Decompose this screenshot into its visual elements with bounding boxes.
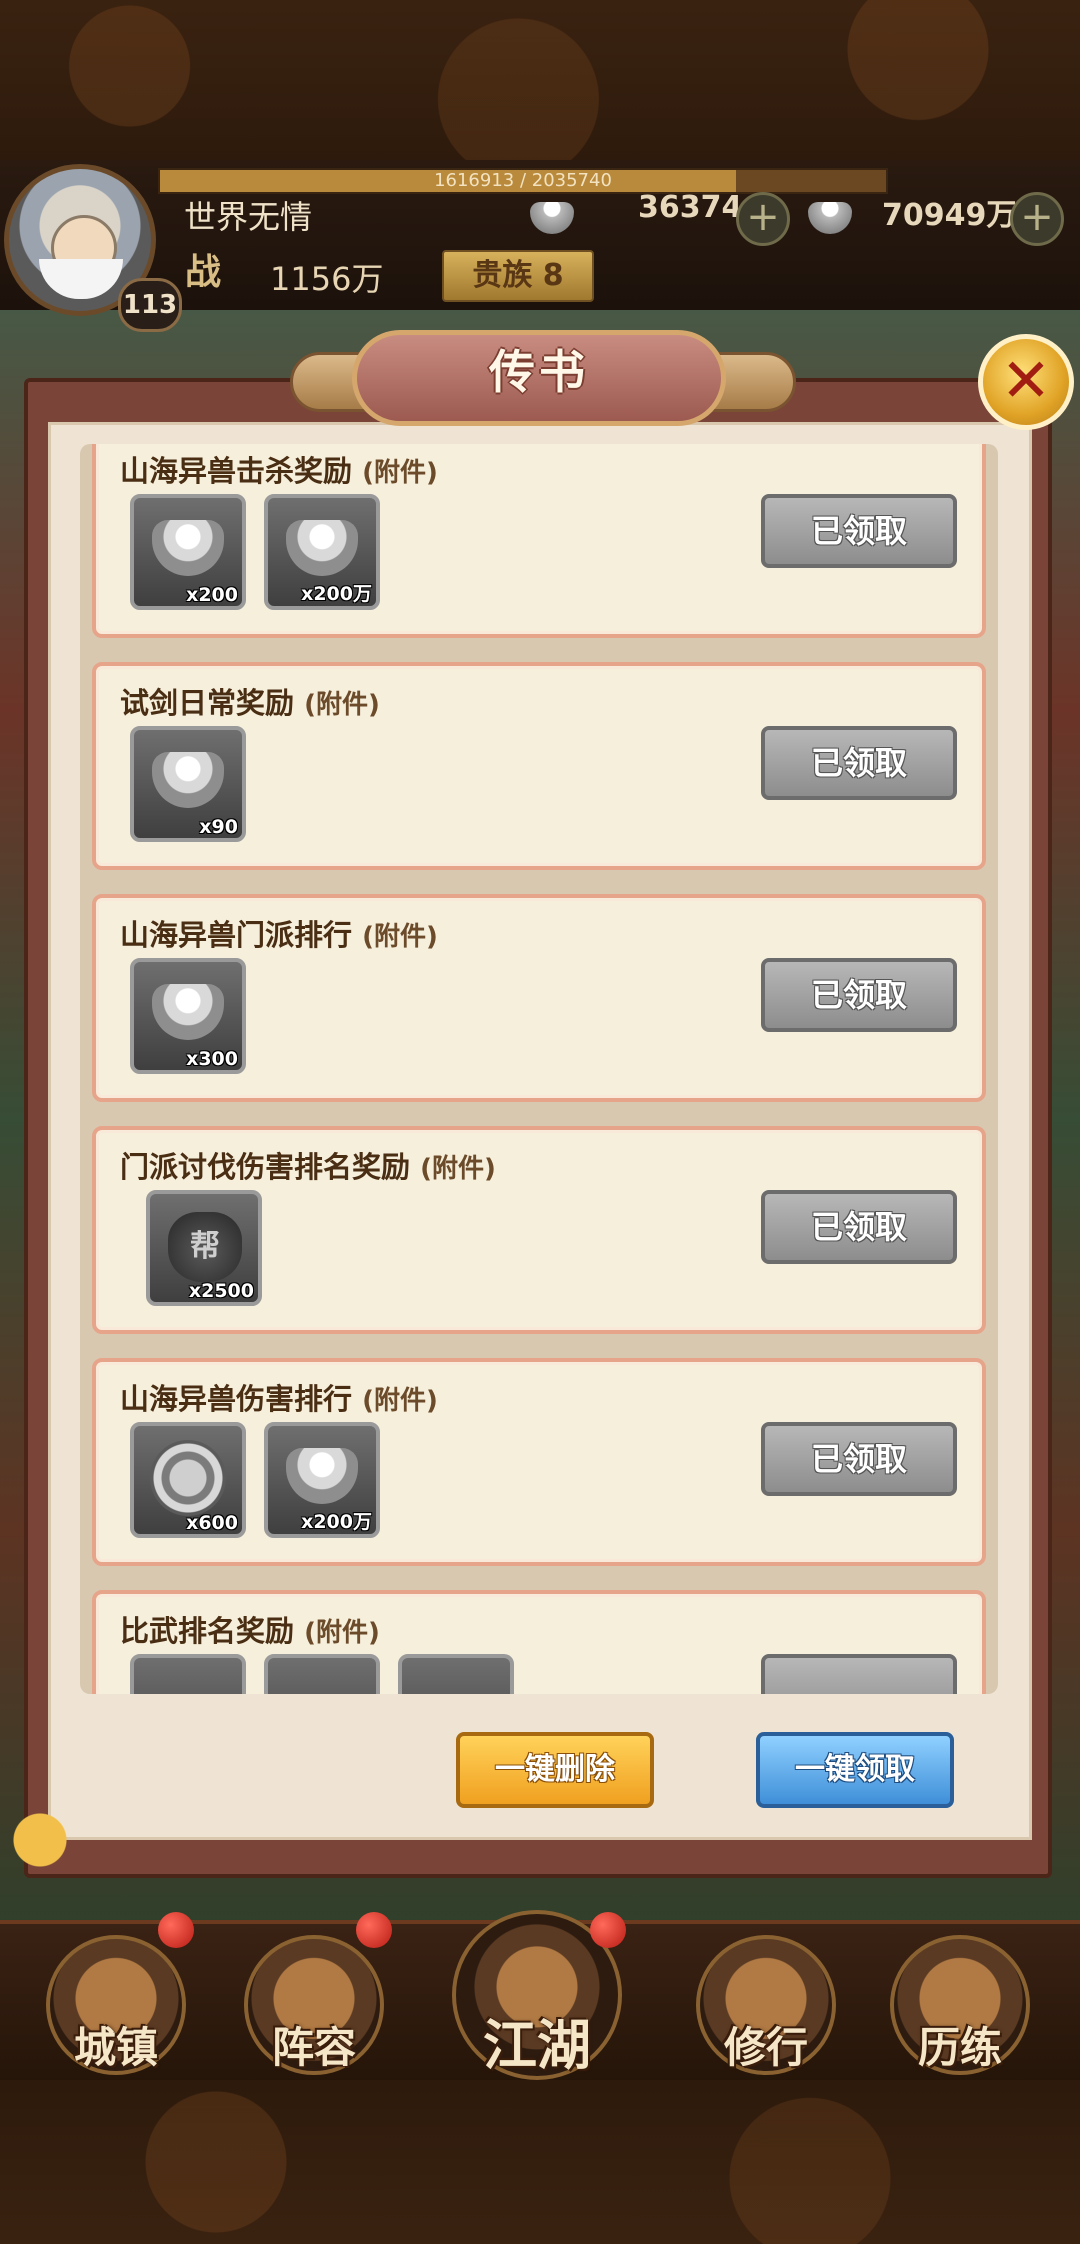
nav-lineup[interactable]: 阵容 xyxy=(244,1935,384,2075)
nav-training[interactable]: 历练 xyxy=(890,1935,1030,2075)
item-slot[interactable]: x200万 xyxy=(264,1422,380,1538)
item-slot[interactable]: x200万 xyxy=(264,494,380,610)
delete-all-button[interactable]: 一键删除 xyxy=(456,1732,654,1808)
mail-card[interactable]: 山海异兽门派排行 (附件) x300 已领取 xyxy=(92,894,986,1102)
item-quantity: x300 xyxy=(186,1048,238,1070)
player-name: 世界无情 xyxy=(184,198,313,236)
item-quantity: x200万 xyxy=(301,583,372,605)
item-slot[interactable]: x90 xyxy=(130,726,246,842)
close-button[interactable]: ✕ xyxy=(978,334,1074,430)
claimed-button[interactable]: 已领取 xyxy=(761,494,957,568)
nav-town[interactable]: 城镇 xyxy=(46,1935,186,2075)
notification-dot xyxy=(356,1912,392,1948)
mail-title: 山海异兽伤害排行 (附件) xyxy=(120,1382,438,1416)
item-slot[interactable]: 帮 x2500 xyxy=(146,1190,262,1306)
guild-bag-icon: 帮 xyxy=(168,1212,242,1282)
mail-card[interactable]: 门派讨伐伤害排名奖励 (附件) 帮 x2500 已领取 xyxy=(92,1126,986,1334)
exp-text: 1616913 / 2035740 xyxy=(434,170,612,191)
claimed-button[interactable]: 已领取 xyxy=(761,1190,957,1264)
mail-title: 比武排名奖励 (附件) xyxy=(120,1614,380,1648)
corner-ornament xyxy=(0,1798,100,1868)
add-silver-button[interactable]: + xyxy=(1010,192,1064,246)
mail-title: 试剑日常奖励 (附件) xyxy=(120,686,380,720)
mail-title: 山海异兽击杀奖励 (附件) xyxy=(120,454,438,488)
item-quantity: x2500 xyxy=(188,1280,254,1302)
dialog-title: 传书 xyxy=(489,345,589,399)
item-quantity: x200万 xyxy=(301,1511,372,1533)
silver-ingot-icon xyxy=(152,984,224,1040)
item-slot[interactable] xyxy=(398,1654,514,1694)
vip-badge[interactable]: 贵族 8 xyxy=(442,250,594,302)
item-slot[interactable] xyxy=(130,1654,246,1694)
mail-card[interactable]: 试剑日常奖励 (附件) x90 已领取 xyxy=(92,662,986,870)
item-quantity: x600 xyxy=(186,1512,238,1534)
item-slot[interactable]: x600 xyxy=(130,1422,246,1538)
item-quantity: x90 xyxy=(199,816,238,838)
nav-town-label: 城镇 xyxy=(73,2023,158,2072)
nav-lineup-label: 阵容 xyxy=(271,2023,356,2072)
claimed-button[interactable]: 已领取 xyxy=(761,958,957,1032)
background-top xyxy=(0,0,1080,165)
avatar-beard xyxy=(39,259,123,299)
gold-ingot-count: 36374 xyxy=(638,190,743,225)
nav-training-label: 历练 xyxy=(917,2023,1002,2072)
background-bottom xyxy=(0,2080,1080,2244)
mail-title: 门派讨伐伤害排名奖励 (附件) xyxy=(120,1150,496,1184)
item-slot[interactable]: x300 xyxy=(130,958,246,1074)
silver-ingot-icon xyxy=(286,520,358,576)
item-slot[interactable]: x200 xyxy=(130,494,246,610)
claimed-button[interactable] xyxy=(761,1654,957,1694)
item-slot[interactable] xyxy=(264,1654,380,1694)
add-gold-button[interactable]: + xyxy=(736,192,790,246)
silver-ingot-icon xyxy=(152,520,224,576)
silver-coin-icon xyxy=(150,1440,226,1516)
mail-card[interactable]: 山海异兽击杀奖励 (附件) x200 x200万 已领取 xyxy=(92,444,986,638)
level-badge: 113 xyxy=(118,278,182,332)
silver-ingot-count: 70949万 xyxy=(882,198,1017,233)
notification-dot xyxy=(158,1912,194,1948)
mail-list[interactable]: 山海异兽击杀奖励 (附件) x200 x200万 已领取 试剑日常奖励 (附件)… xyxy=(80,444,998,1694)
power-value: 1156万 xyxy=(270,260,384,298)
silver-ingot-icon xyxy=(286,1448,358,1504)
nav-cultivate[interactable]: 修行 xyxy=(696,1935,836,2075)
mail-card[interactable]: 山海异兽伤害排行 (附件) x600 x200万 已领取 xyxy=(92,1358,986,1566)
nav-jianghu-label: 江湖 xyxy=(483,2014,591,2077)
power-icon: 战 xyxy=(184,252,221,293)
claimed-button[interactable]: 已领取 xyxy=(761,726,957,800)
mail-card[interactable]: 比武排名奖励 (附件) xyxy=(92,1590,986,1694)
notification-dot xyxy=(590,1912,626,1948)
exp-bar: 1616913 / 2035740 xyxy=(158,168,888,194)
silver-ingot-icon xyxy=(152,752,224,808)
mail-title: 山海异兽门派排行 (附件) xyxy=(120,918,438,952)
item-quantity: x200 xyxy=(186,584,238,606)
claim-all-button[interactable]: 一键领取 xyxy=(756,1732,954,1808)
claimed-button[interactable]: 已领取 xyxy=(761,1422,957,1496)
nav-cultivate-label: 修行 xyxy=(723,2023,808,2072)
